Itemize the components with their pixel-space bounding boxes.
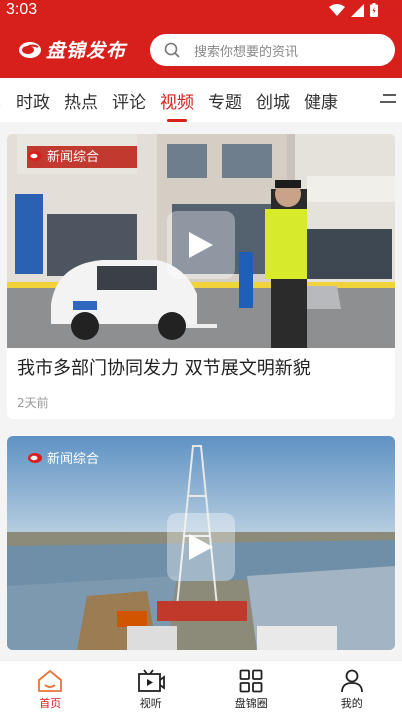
tab-fade bbox=[332, 78, 372, 122]
tab-pinglun[interactable]: 评论 bbox=[112, 88, 146, 113]
nav-video-label: 视听 bbox=[139, 697, 162, 710]
category-tabs: 要 时政 热点 评论 视频 专题 创城 健康 bbox=[0, 78, 402, 122]
video-card[interactable]: 新闻综合 我市多部门协同发力 双节展文明新貌 2天前 bbox=[7, 134, 395, 419]
user-icon bbox=[340, 669, 363, 693]
app-name: 盘锦发布 bbox=[46, 40, 127, 62]
tab-shipin[interactable]: 视频 bbox=[160, 88, 194, 122]
status-bar: 3:03 bbox=[0, 0, 402, 22]
play-button[interactable] bbox=[167, 211, 235, 279]
video-time: 2天前 bbox=[17, 396, 49, 410]
nav-home[interactable]: 首页 bbox=[0, 661, 101, 719]
play-button[interactable] bbox=[167, 513, 235, 581]
play-icon bbox=[189, 232, 213, 258]
logo-icon bbox=[19, 41, 41, 58]
channel-name: 新闻综合 bbox=[47, 150, 100, 165]
video-feed: 新闻综合 我市多部门协同发力 双节展文明新貌 2天前 新闻综合 bbox=[0, 122, 402, 660]
signal-icon bbox=[351, 3, 364, 17]
nav-profile-label: 我的 bbox=[340, 697, 363, 710]
search-placeholder: 搜索你想要的资讯 bbox=[194, 44, 299, 60]
video-thumbnail[interactable]: 新闻综合 bbox=[7, 436, 395, 650]
channel-watermark: 新闻综合 bbox=[27, 448, 99, 467]
menu-icon[interactable] bbox=[380, 92, 396, 106]
video-card[interactable]: 新闻综合 bbox=[7, 436, 395, 650]
nav-circle-label: 盘锦圈 bbox=[234, 697, 268, 710]
nav-video[interactable]: 视听 bbox=[101, 661, 202, 719]
tab-shizheng[interactable]: 时政 bbox=[16, 88, 50, 113]
home-icon bbox=[38, 670, 63, 692]
nav-profile[interactable]: 我的 bbox=[302, 661, 402, 719]
tab-redian[interactable]: 热点 bbox=[64, 88, 98, 113]
video-title[interactable]: 我市多部门协同发力 双节展文明新貌 bbox=[7, 348, 395, 382]
search-icon bbox=[164, 42, 180, 58]
search-bar[interactable]: 搜索你想要的资讯 bbox=[150, 34, 395, 66]
status-icons bbox=[329, 3, 378, 17]
tab-chuangcheng[interactable]: 创城 bbox=[256, 88, 290, 113]
nav-home-label: 首页 bbox=[39, 697, 62, 710]
bottom-nav: 首页 视听 盘锦圈 我的 bbox=[0, 660, 402, 719]
video-icon bbox=[137, 669, 165, 692]
video-thumbnail[interactable]: 新闻综合 bbox=[7, 134, 395, 348]
nav-circle[interactable]: 盘锦圈 bbox=[201, 661, 302, 719]
app-logo[interactable]: 盘锦发布 bbox=[18, 36, 126, 63]
tab-overflow-left: 要 bbox=[0, 78, 12, 122]
channel-watermark: 新闻综合 bbox=[27, 146, 99, 165]
tab-zhuanti[interactable]: 专题 bbox=[208, 88, 242, 113]
battery-icon bbox=[370, 3, 378, 17]
channel-logo-icon bbox=[28, 452, 42, 463]
wifi-icon bbox=[329, 3, 345, 16]
channel-logo-icon bbox=[28, 150, 42, 161]
channel-name: 新闻综合 bbox=[47, 452, 100, 467]
grid-icon bbox=[239, 669, 263, 693]
play-icon bbox=[189, 534, 213, 560]
status-time: 3:03 bbox=[6, 1, 38, 18]
app-header: 盘锦发布 搜索你想要的资讯 bbox=[0, 22, 402, 78]
